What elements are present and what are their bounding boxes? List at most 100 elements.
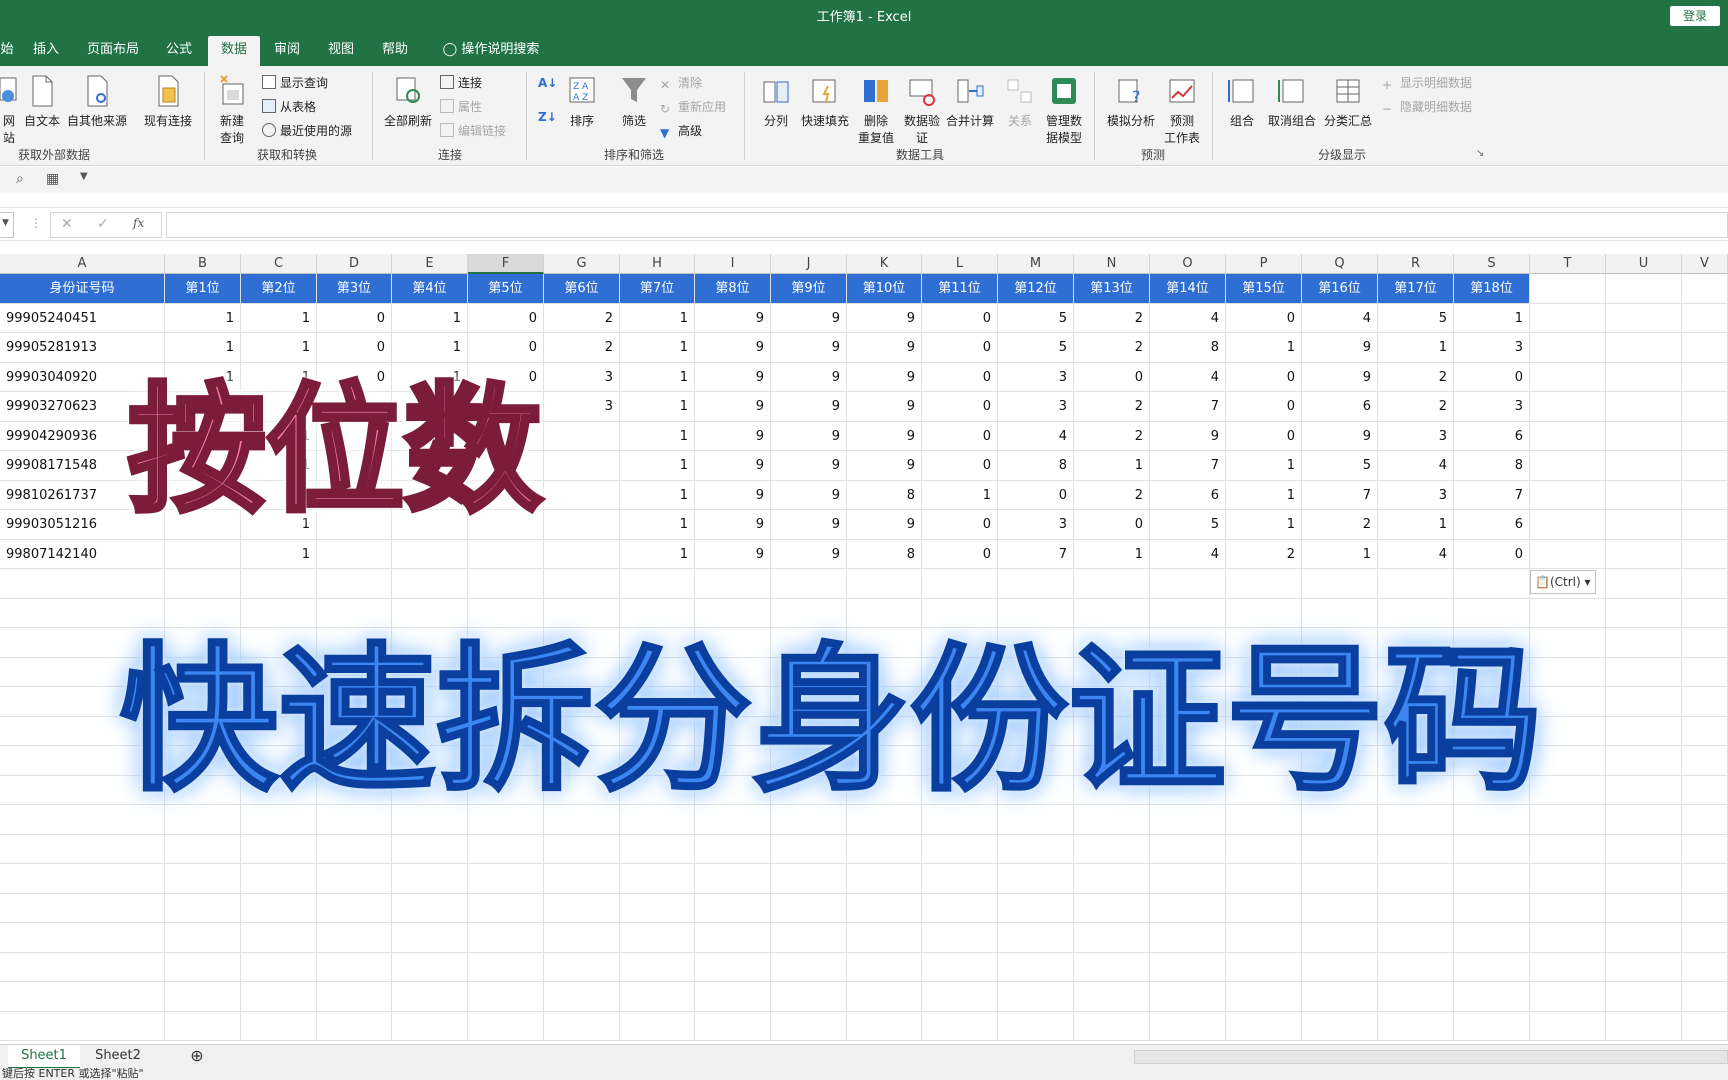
cell[interactable]	[1530, 539, 1606, 569]
cell[interactable]	[1378, 952, 1454, 982]
digit-cell[interactable]: 9	[1302, 421, 1378, 451]
cell[interactable]	[1606, 539, 1682, 569]
cell[interactable]	[1682, 1011, 1728, 1041]
cell[interactable]	[1606, 362, 1682, 392]
from-table-button[interactable]: 从表格	[262, 98, 316, 115]
cell[interactable]	[998, 864, 1074, 894]
column-header-m[interactable]: M	[998, 254, 1074, 274]
cell[interactable]	[0, 834, 165, 864]
cell[interactable]	[317, 864, 392, 894]
digit-cell[interactable]: 1	[1302, 539, 1378, 569]
digit-cell[interactable]: 1	[620, 362, 695, 392]
digit-cell[interactable]: 9	[1302, 362, 1378, 392]
cell[interactable]	[1378, 923, 1454, 953]
cell[interactable]	[1682, 598, 1728, 628]
digit-cell[interactable]: 2	[1074, 421, 1150, 451]
tab-page-layout[interactable]: 页面布局	[78, 36, 148, 66]
cell[interactable]	[771, 834, 847, 864]
cell[interactable]	[922, 1011, 998, 1041]
cell[interactable]	[0, 923, 165, 953]
digit-cell[interactable]: 8	[1150, 333, 1226, 363]
tab-home[interactable]: 始	[0, 36, 14, 66]
digit-cell[interactable]	[392, 539, 468, 569]
digit-cell[interactable]: 0	[1454, 539, 1530, 569]
digit-cell[interactable]: 4	[1150, 362, 1226, 392]
cell[interactable]	[695, 923, 771, 953]
cell[interactable]	[165, 952, 241, 982]
cell[interactable]	[1682, 569, 1728, 599]
digit-cell[interactable]: 0	[1226, 303, 1302, 333]
cell[interactable]	[771, 1011, 847, 1041]
cell[interactable]	[1226, 834, 1302, 864]
id-cell[interactable]: 99807142140	[0, 539, 165, 569]
relationships-button[interactable]: 关系	[1000, 74, 1040, 129]
digit-cell[interactable]	[544, 451, 620, 481]
cell[interactable]	[392, 952, 468, 982]
cell[interactable]	[1606, 657, 1682, 687]
digit-cell[interactable]	[544, 480, 620, 510]
digit-cell[interactable]: 3	[998, 510, 1074, 540]
add-sheet-icon[interactable]: ⊕	[182, 1045, 212, 1069]
cell[interactable]	[468, 598, 544, 628]
digit-cell[interactable]: 7	[1302, 480, 1378, 510]
cell[interactable]	[695, 893, 771, 923]
from-web-button[interactable]: 网站	[0, 74, 18, 146]
cell[interactable]	[544, 923, 620, 953]
cell[interactable]	[468, 893, 544, 923]
digit-cell[interactable]: 0	[317, 303, 392, 333]
cell[interactable]	[0, 864, 165, 894]
cell[interactable]	[1302, 923, 1378, 953]
cell[interactable]	[1074, 598, 1150, 628]
cell[interactable]	[998, 952, 1074, 982]
cell[interactable]	[392, 1011, 468, 1041]
cell[interactable]	[317, 982, 392, 1012]
cell[interactable]	[1530, 303, 1606, 333]
digit-cell[interactable]: 1	[165, 303, 241, 333]
cell[interactable]	[544, 834, 620, 864]
cell[interactable]	[847, 864, 922, 894]
digit-cell[interactable]: 1	[1378, 510, 1454, 540]
cell[interactable]	[317, 1011, 392, 1041]
digit-cell[interactable]: 9	[847, 303, 922, 333]
cell[interactable]	[1606, 716, 1682, 746]
digit-cell[interactable]: 3	[544, 362, 620, 392]
digit-cell[interactable]: 2	[1378, 392, 1454, 422]
tab-view[interactable]: 视图	[316, 36, 366, 66]
cell[interactable]	[771, 598, 847, 628]
header-cell[interactable]: 第3位	[317, 274, 392, 304]
digit-cell[interactable]: 3	[1378, 421, 1454, 451]
cell[interactable]	[998, 982, 1074, 1012]
digit-cell[interactable]: 5	[998, 333, 1074, 363]
cell[interactable]	[1150, 1011, 1226, 1041]
header-cell[interactable]: 第4位	[392, 274, 468, 304]
digit-cell[interactable]: 1	[620, 451, 695, 481]
cell[interactable]	[1530, 362, 1606, 392]
cell[interactable]	[1682, 864, 1728, 894]
cell[interactable]	[1606, 598, 1682, 628]
cell[interactable]	[1682, 480, 1728, 510]
column-header-a[interactable]: A	[0, 254, 165, 274]
digit-cell[interactable]: 9	[695, 392, 771, 422]
digit-cell[interactable]: 4	[1378, 451, 1454, 481]
cell[interactable]	[1302, 569, 1378, 599]
digit-cell[interactable]: 1	[241, 303, 317, 333]
cell[interactable]	[1074, 569, 1150, 599]
cell[interactable]	[544, 569, 620, 599]
cell[interactable]	[392, 893, 468, 923]
sort-za-icon[interactable]: Z↓	[538, 110, 557, 124]
digit-cell[interactable]: 2	[1302, 510, 1378, 540]
digit-cell[interactable]	[544, 510, 620, 540]
sort-button[interactable]: Z AA Z 排序	[562, 74, 602, 129]
digit-cell[interactable]: 9	[771, 539, 847, 569]
existing-connections-button[interactable]: 现有连接	[140, 74, 196, 129]
cell[interactable]	[1682, 746, 1728, 776]
tab-formulas[interactable]: 公式	[154, 36, 204, 66]
tab-insert[interactable]: 插入	[20, 36, 72, 66]
cell[interactable]	[847, 1011, 922, 1041]
consolidate-button[interactable]: 合并计算	[944, 74, 996, 129]
cell[interactable]	[1454, 982, 1530, 1012]
digit-cell[interactable]: 1	[1226, 510, 1302, 540]
cell[interactable]	[1454, 598, 1530, 628]
digit-cell[interactable]: 1	[241, 539, 317, 569]
digit-cell[interactable]: 1	[165, 333, 241, 363]
